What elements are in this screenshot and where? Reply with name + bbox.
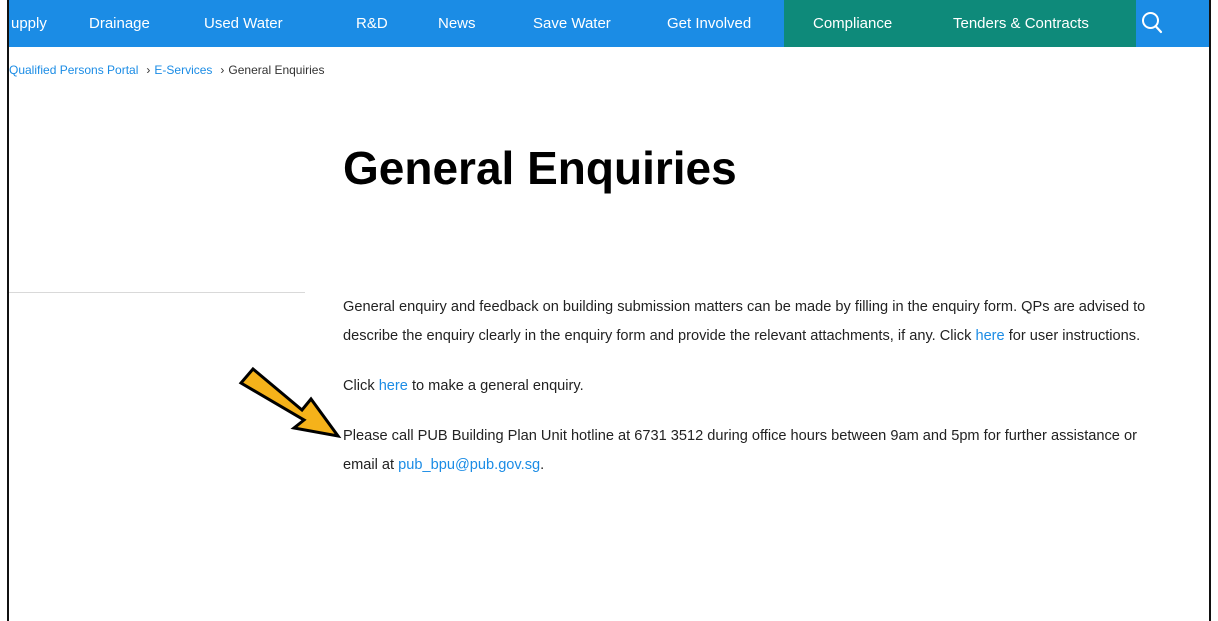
- top-navigation-bar: upply Drainage Used Water R&D News Save …: [9, 0, 1209, 47]
- sidebar-divider: [9, 292, 305, 293]
- paragraph-text: to make a general enquiry.: [407, 378, 584, 394]
- nav-item-compliance[interactable]: Compliance: [813, 15, 892, 32]
- paragraph-text: .: [540, 457, 545, 473]
- paragraph-text: Click: [343, 378, 379, 394]
- breadcrumb-link-e-services[interactable]: E-Services: [154, 63, 212, 77]
- main-content: General enquiry and feedback on building…: [343, 293, 1173, 480]
- nav-item-rnd[interactable]: R&D: [356, 15, 388, 32]
- nav-item-drainage[interactable]: Drainage: [89, 15, 150, 32]
- nav-item-tenders-contracts[interactable]: Tenders & Contracts: [953, 15, 1089, 32]
- general-enquiry-paragraph: Click here to make a general enquiry.: [343, 372, 1173, 401]
- nav-item-news[interactable]: News: [438, 15, 476, 32]
- breadcrumb-separator: ›: [220, 63, 225, 77]
- annotation-arrow-icon: [238, 366, 342, 439]
- nav-item-used-water[interactable]: Used Water: [204, 15, 283, 32]
- search-icon[interactable]: [1140, 10, 1164, 36]
- nav-item-water-supply[interactable]: upply: [11, 15, 47, 32]
- breadcrumb: Qualified Persons Portal › E-Services › Gene…: [9, 63, 324, 77]
- general-enquiry-link[interactable]: here: [379, 378, 408, 394]
- enquiry-description-paragraph: General enquiry and feedback on building…: [343, 293, 1173, 351]
- breadcrumb-separator: ›: [146, 63, 151, 77]
- nav-item-save-water[interactable]: Save Water: [533, 15, 611, 32]
- breadcrumb-link-qp-portal[interactable]: Qualified Persons Portal: [9, 63, 138, 77]
- paragraph-text: for user instructions.: [1004, 328, 1141, 344]
- email-link[interactable]: pub_bpu@pub.gov.sg: [398, 457, 540, 473]
- page-title: General Enquiries: [343, 142, 737, 194]
- contact-paragraph: Please call PUB Building Plan Unit hotli…: [343, 422, 1173, 480]
- user-instructions-link[interactable]: here: [975, 328, 1004, 344]
- breadcrumb-current: General Enquiries: [228, 63, 325, 77]
- nav-item-get-involved[interactable]: Get Involved: [667, 15, 751, 32]
